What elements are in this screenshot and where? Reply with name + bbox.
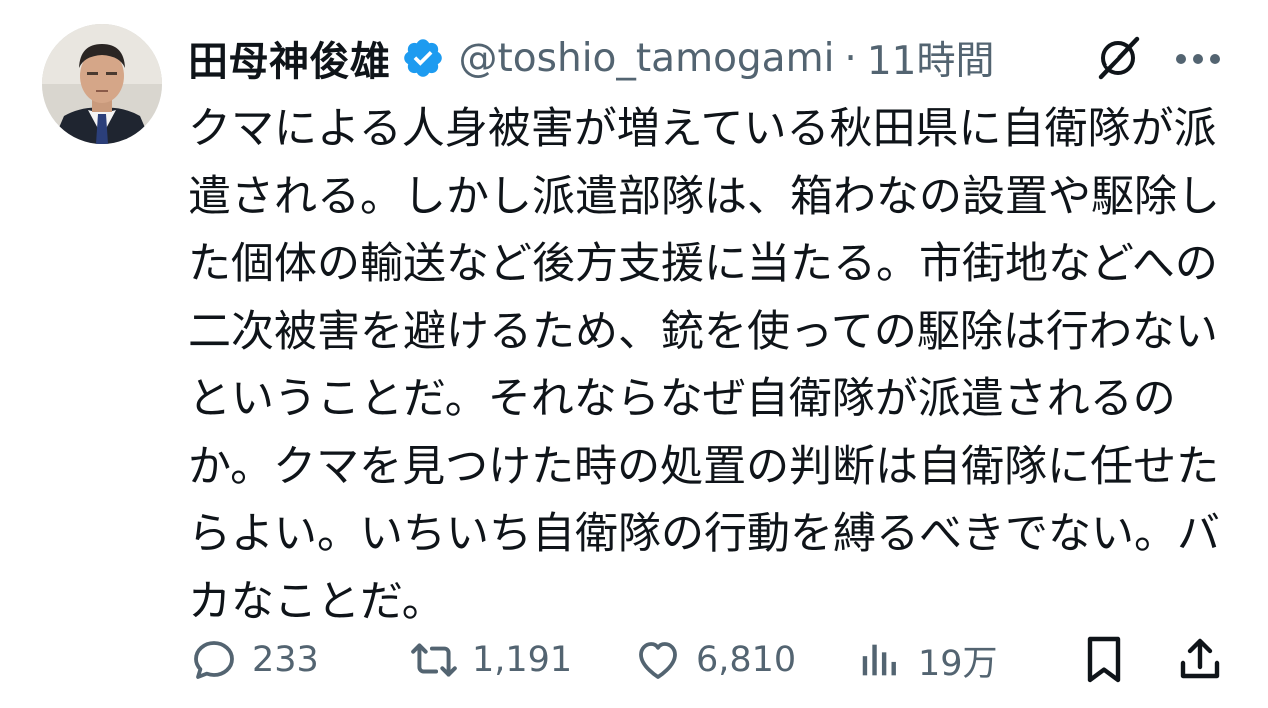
grok-icon <box>1093 33 1143 87</box>
views-bar-icon <box>854 634 906 686</box>
bookmark-icon <box>1078 634 1130 686</box>
like-count: 6,810 <box>696 640 797 680</box>
bookmark-button[interactable] <box>1078 628 1130 692</box>
repost-count: 1,191 <box>472 640 573 680</box>
verified-badge-icon[interactable] <box>401 36 445 80</box>
tweet-header: 田母神俊雄 @toshio_tamogami · 11時間 <box>188 28 994 88</box>
more-dots-icon <box>1175 51 1221 70</box>
avatar-photo <box>42 24 162 144</box>
repost-icon <box>408 634 460 686</box>
tweet: 田母神俊雄 @toshio_tamogami · 11時間 クマによる人身被害が… <box>0 0 1268 708</box>
more-options-button[interactable] <box>1168 30 1228 90</box>
avatar[interactable] <box>42 24 162 144</box>
reply-count: 233 <box>252 640 319 680</box>
tweet-text: クマによる人身被害が増えている秋田県に自衛隊が派遣される。しかし派遣部隊は、箱わ… <box>188 104 1220 627</box>
display-name[interactable]: 田母神俊雄 <box>188 29 391 87</box>
heart-icon <box>632 634 684 686</box>
reply-button[interactable]: 233 <box>188 628 319 692</box>
tweet-actions: 233 1,191 6,810 19万 <box>188 628 1228 692</box>
header-separator: · <box>844 35 857 81</box>
grok-button[interactable] <box>1088 30 1148 90</box>
tweet-timestamp[interactable]: 11時間 <box>867 30 995 86</box>
author-handle[interactable]: @toshio_tamogami <box>459 36 835 81</box>
views-count: 19万 <box>918 643 998 684</box>
views-button[interactable]: 19万 <box>854 628 998 692</box>
share-button[interactable] <box>1174 628 1226 692</box>
repost-button[interactable]: 1,191 <box>408 628 572 692</box>
share-icon <box>1174 634 1226 686</box>
reply-icon <box>188 634 240 686</box>
like-button[interactable]: 6,810 <box>632 628 796 692</box>
